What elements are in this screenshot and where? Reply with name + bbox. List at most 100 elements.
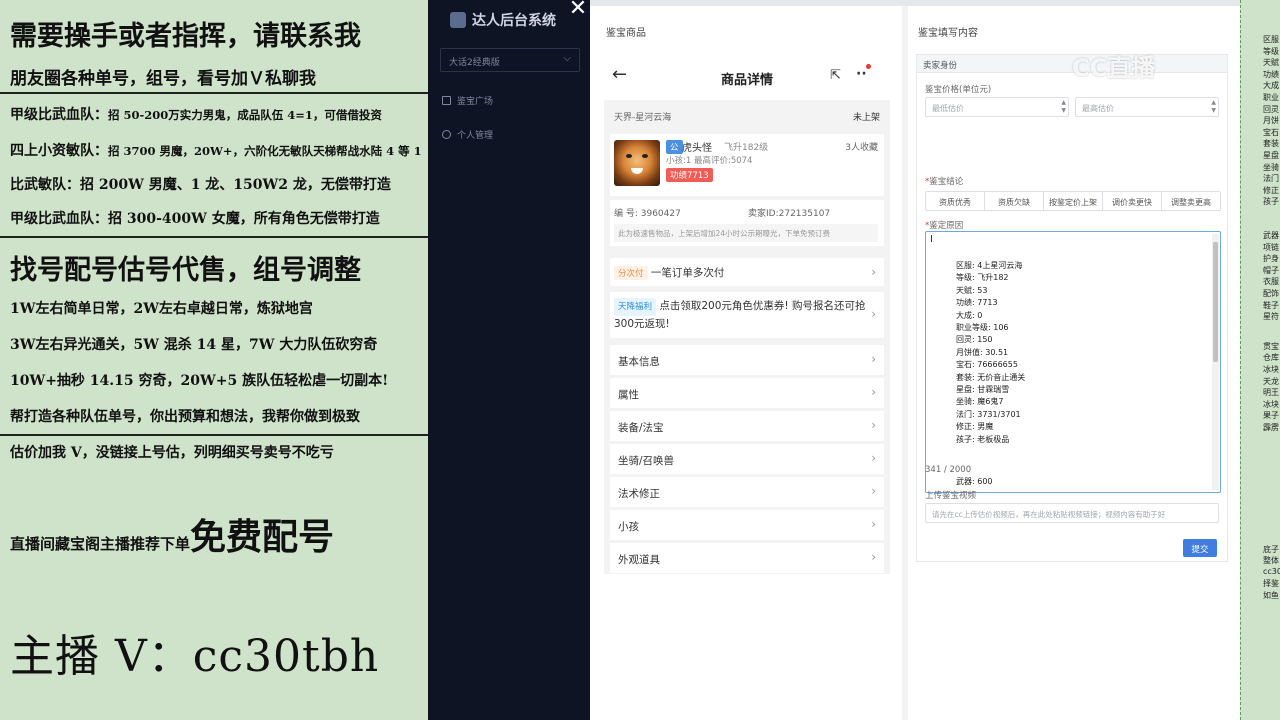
scrollbar[interactable] — [1212, 234, 1219, 490]
promo-line: 需要操手或者指挥，请联系我 — [10, 21, 361, 52]
panel-title: 鉴宝商品 — [606, 28, 646, 39]
strip-note: 衣服 — [1263, 277, 1279, 287]
chevron-right-icon: › — [871, 550, 876, 564]
strip-note: 大成 — [1263, 81, 1279, 91]
sidebar-item-appraisal-plaza[interactable]: 鉴宝广场 — [442, 94, 493, 107]
promo-line: 比武敏队：招 200W 男魔、1 龙、150W2 龙，无偿带打造 — [10, 177, 391, 193]
strip-note: 月饼 — [1263, 116, 1279, 126]
server-name: 天界-星河云海 — [614, 113, 672, 123]
reason-textarea[interactable]: I 区服: 4上星河云海 等级: 飞升182 天赋: 53 功绩: 7713 大成: 0… — [925, 231, 1221, 493]
row-spell-correction[interactable]: 法术修正 › — [610, 477, 884, 507]
notes-strip: 区服 等级 天赋 功绩 大成 职业 回灵 月饼 宝石 套装 星盘 坐骑 法门 修正 孩子 武器 项链 护身 帽子 衣服… — [1240, 0, 1280, 720]
product-preview: ← 商品详情 ⇱ ·· 天界-星河云海 未上架 公 虎头怪 飞升182级 3人收… — [604, 54, 890, 574]
row-label: 属性 — [618, 389, 639, 401]
reason-line: 星盘: 甘霖瑞雪 — [956, 385, 1010, 394]
promo-line: 甲级比武血队：招 300-400W 女魔，所有角色无偿带打造 — [10, 211, 380, 227]
more-icon[interactable]: ·· — [856, 66, 867, 82]
strip-note: 区服 — [1263, 35, 1279, 44]
reason-line: 天赋: 53 — [956, 285, 988, 295]
strip-note: 帽子 — [1263, 265, 1279, 275]
screen: 需要操手或者指挥，请联系我 朋友圈各种单号，组号，看号加Ｖ私聊我 甲级比武血队：… — [0, 0, 1280, 720]
chevron-right-icon: › — [871, 451, 876, 465]
sidebar-item-label: 鉴宝广场 — [457, 97, 494, 107]
promo-line: 朋友圈各种单号，组号，看号加Ｖ私聊我 — [10, 69, 316, 89]
row-mounts[interactable]: 坐骑/召唤兽 › — [610, 444, 884, 474]
submit-button[interactable]: 提交 — [1183, 539, 1217, 557]
conclusion-option[interactable]: 资质优秀 — [926, 192, 985, 210]
main-content: 鉴宝商品 ← 商品详情 ⇱ ·· 天界-星河云海 未上架 公 虎头怪 飞升182… — [590, 0, 1240, 720]
reason-label: *鉴定原因 — [925, 221, 964, 231]
conclusion-buttons: 资质优秀 资质欠缺 按鉴定价上架 调价卖更快 调整卖更高 — [925, 191, 1221, 211]
reason-line: 武器: 600 — [956, 477, 993, 486]
promo-line: 找号配号估号代售，组号调整 — [10, 255, 361, 286]
max-price-input[interactable]: 最高估价 ▲ ▼ — [1075, 97, 1219, 117]
chevron-right-icon: › — [871, 484, 876, 498]
conclusion-option[interactable]: 资质欠缺 — [985, 192, 1044, 210]
conclusion-option[interactable]: 调整卖更高 — [1162, 192, 1220, 210]
row-label: 基本信息 — [618, 356, 660, 368]
strip-note: 套装 — [1263, 139, 1279, 149]
role-card[interactable]: 公 虎头怪 飞升182级 3人收藏 小孩:1 最高评价:5074 功绩7713 — [610, 134, 884, 196]
promo-line: 估价加我 V，没链接上号估，列明细买号卖号不吃亏 — [10, 445, 334, 461]
row-attributes[interactable]: 属性 › — [610, 378, 884, 408]
row-label: 小孩 — [618, 521, 639, 533]
installment-row[interactable]: 分次付 一笔订单多次付 › — [610, 258, 884, 286]
row-label: 法术修正 — [618, 488, 660, 500]
conclusion-option[interactable]: 按鉴定价上架 — [1044, 192, 1103, 210]
strip-note: 职业 — [1263, 93, 1279, 102]
strip-note: 项链 — [1263, 242, 1279, 252]
strip-note: 功绩 — [1263, 69, 1279, 79]
strip-note: 果子 — [1263, 411, 1279, 421]
chevron-right-icon: › — [871, 517, 876, 531]
appraisal-panel: 鉴宝填写内容 卖家身份 鉴宝价格(单位元) 最低估价 ▲ ▼ 最高估价 ▲ ▼ *鉴… — [908, 6, 1240, 720]
game-select[interactable]: 大话2经典版 ⌵ — [440, 48, 580, 72]
row-basic-info[interactable]: 基本信息 › — [610, 345, 884, 375]
chevron-right-icon: › — [871, 307, 876, 321]
sidebar-item-personal[interactable]: 个人管理 — [442, 128, 493, 141]
row-appearance[interactable]: 外观道具 › — [610, 543, 884, 573]
min-price-input[interactable]: 最低估价 ▲ ▼ — [925, 97, 1069, 117]
strip-note: 明王 — [1263, 388, 1279, 398]
promo-line: 3W左右异光通关，5W 混杀 14 星，7W 大力队伍砍穷奇 — [10, 337, 378, 353]
strip-note: 天赋 — [1263, 58, 1279, 68]
strip-note: 配饰 — [1263, 289, 1279, 298]
video-link-input[interactable]: 请先在cc上传估价视频后，再在此处粘贴视频链接；视频内容有助于好 — [925, 503, 1219, 523]
row-children[interactable]: 小孩 › — [610, 510, 884, 540]
text-cursor-icon: I — [930, 234, 933, 245]
promo-line: 1W左右简单日常，2W左右卓越日常，炼狱地宫 — [10, 301, 313, 317]
small-info: 小孩:1 最高评价:5074 — [666, 156, 753, 166]
reason-line: 等级: 飞升182 — [956, 273, 1009, 283]
strip-note: 法门 — [1263, 174, 1279, 184]
role-level: 飞升182级 — [724, 143, 769, 153]
chevron-right-icon: › — [871, 352, 876, 366]
promo-line: 四上小资敏队：招 3700 男魔，20W+，六阶化无敏队天梯帮战水陆 4 等 1 — [10, 143, 422, 159]
strip-note: 孩子 — [1263, 197, 1279, 207]
strip-note: 如鱼 — [1263, 591, 1279, 600]
scrollbar-thumb[interactable] — [1213, 242, 1218, 362]
product-panel: 鉴宝商品 ← 商品详情 ⇱ ·· 天界-星河云海 未上架 公 虎头怪 飞升182… — [590, 6, 902, 720]
conclusion-option[interactable]: 调价卖更快 — [1103, 192, 1162, 210]
user-icon — [442, 130, 451, 139]
item-id: 编 号: 3960427 — [614, 209, 681, 219]
stepper-icon[interactable]: ▲ ▼ — [1061, 99, 1066, 115]
chevron-right-icon: › — [871, 385, 876, 399]
strip-note: 冰块 — [1263, 399, 1279, 409]
promo-line: 直播间藏宝阁主播推荐下单免费配号 — [10, 516, 335, 558]
strip-note: 整体 — [1263, 556, 1279, 566]
row-equipment[interactable]: 装备/法宝 › — [610, 411, 884, 441]
strip-note: 冰块 — [1263, 365, 1279, 374]
promo-row[interactable]: 天降福利 点击领取200元角色优惠券! 购号报名还可抢300元返现! › — [610, 292, 884, 338]
row-label: 装备/法宝 — [618, 422, 664, 434]
price-label: 鉴宝价格(单位元) — [925, 85, 992, 95]
seller-id: 卖家ID:272135107 — [748, 209, 831, 219]
notice-text: 此为极速售物品，上架后增加24小时公示期曝光，下单免预订费 — [614, 224, 878, 242]
strip-note: 星符 — [1263, 312, 1279, 322]
promo-anchor-id: 主播 V：cc30tbh — [10, 631, 380, 682]
notification-dot — [866, 64, 871, 69]
reason-line: 法门: 3731/3701 — [956, 409, 1021, 419]
strip-note: 回灵 — [1263, 104, 1279, 114]
share-icon[interactable]: ⇱ — [830, 68, 841, 83]
stepper-icon[interactable]: ▲ ▼ — [1211, 99, 1216, 115]
preview-title: 商品详情 — [720, 73, 773, 88]
close-icon[interactable]: ✕ — [566, 0, 590, 22]
